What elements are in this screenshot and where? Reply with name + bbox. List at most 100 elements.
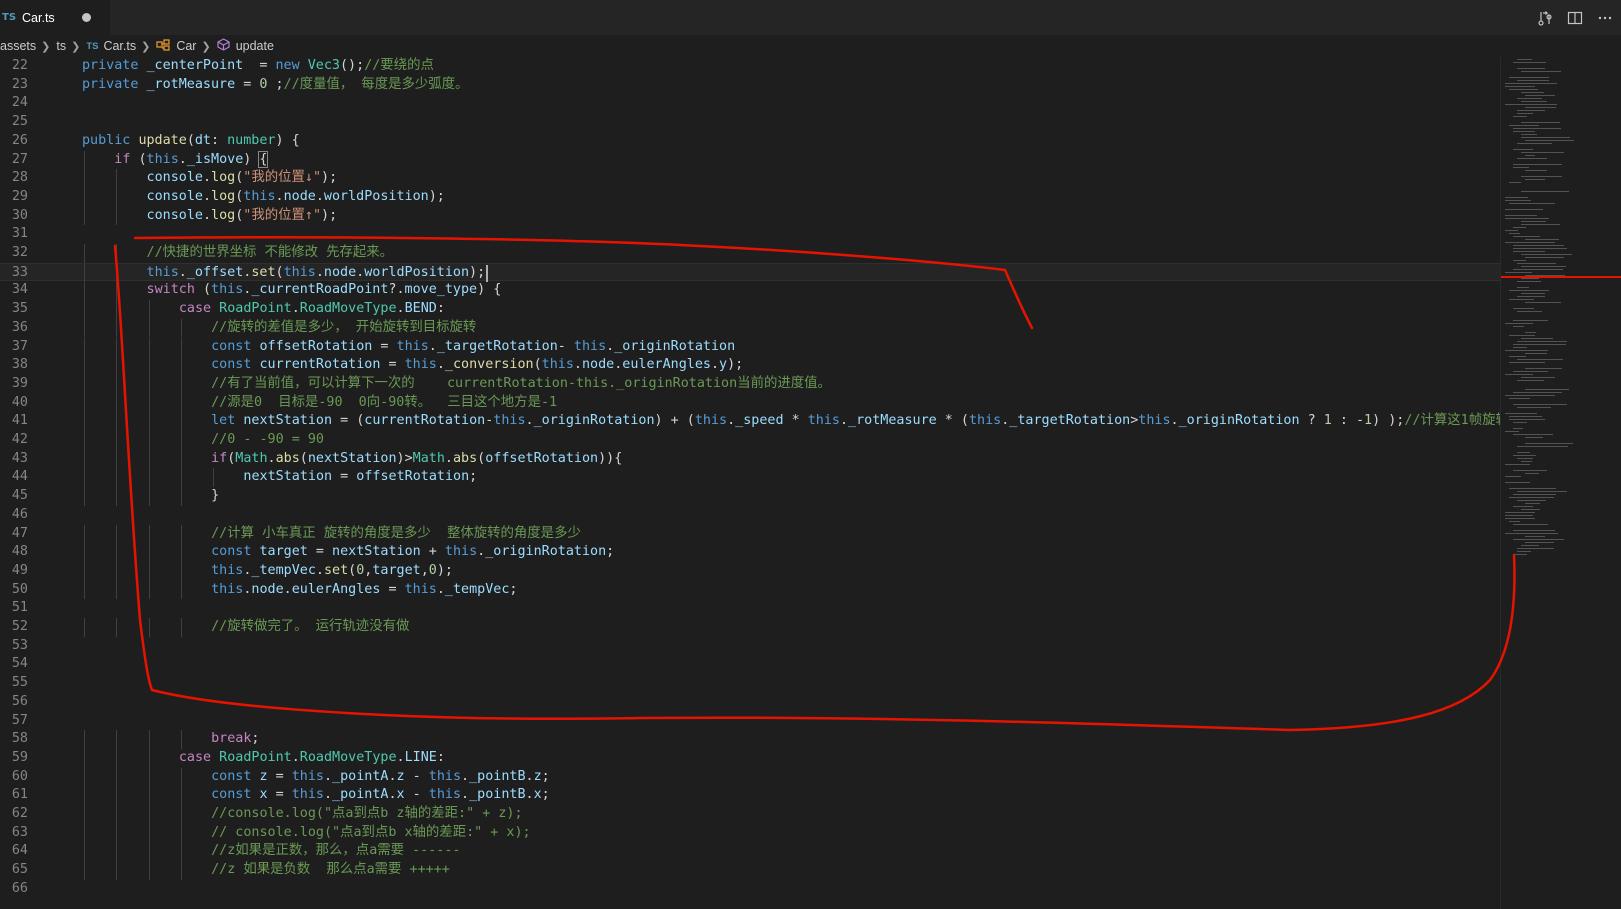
code-line[interactable]: 59 case RoadPoint.RoadMoveType.LINE: — [0, 748, 1500, 768]
minimap-line — [1509, 521, 1521, 523]
code-line[interactable]: 49 this._tempVec.set(0,target,0); — [0, 561, 1500, 581]
minimap-line — [1521, 176, 1563, 178]
code-line[interactable]: 53 — [0, 637, 1500, 656]
unsaved-dot-icon[interactable] — [82, 13, 91, 22]
code-line[interactable]: 52 //旋转做完了。 运行轨迹没有做 — [0, 618, 1500, 637]
code-line[interactable]: 50 this.node.eulerAngles = this._tempVec; — [0, 580, 1500, 600]
code-line[interactable]: 32 //快捷的世界坐标 不能修改 先存起来。 — [0, 244, 1500, 263]
minimap-line — [1505, 431, 1519, 433]
code-line[interactable]: 62 //console.log("点a到点b z轴的差距:" + z); — [0, 805, 1500, 824]
indent-guide — [148, 374, 150, 394]
code-line[interactable]: 42 //0 - -90 = 90 — [0, 431, 1500, 450]
code-line[interactable]: 30 console.log("我的位置↑"); — [0, 206, 1500, 226]
chevron-right-icon: ❯ — [141, 40, 151, 53]
indent-guide — [116, 449, 118, 469]
indent-guide — [116, 300, 118, 319]
code-line[interactable]: 37 const offsetRotation = this._targetRot… — [0, 337, 1500, 357]
line-number: 26 — [11, 132, 28, 148]
code-line[interactable]: 47 //计算 小车真正 旋转的角度是多少 整体旋转的角度是多少 — [0, 524, 1500, 544]
indent-guide — [180, 730, 182, 749]
indent-guide — [116, 281, 118, 301]
split-editor-icon[interactable] — [1567, 10, 1583, 26]
indent-guide — [148, 786, 150, 805]
minimap[interactable] — [1500, 57, 1621, 909]
code-line[interactable]: 58 break; — [0, 730, 1500, 749]
minimap-line — [1517, 98, 1542, 100]
line-number: 37 — [11, 338, 28, 354]
code-line[interactable]: 40 //源是0 目标是-90 0向-90转。 三目这个地方是-1 — [0, 393, 1500, 413]
code-line[interactable]: 36 //旋转的差值是多少， 开始旋转到目标旋转 — [0, 318, 1500, 338]
code-line[interactable]: 55 — [0, 674, 1500, 693]
code-line[interactable]: 39 //有了当前值，可以计算下一次的 currentRotation-this.… — [0, 374, 1500, 394]
code-line[interactable]: 54 — [0, 655, 1500, 674]
chevron-right-icon: ❯ — [41, 40, 51, 53]
code-text: console.log(this.node.worldPosition); — [146, 188, 445, 204]
code-line[interactable]: 22 private _centerPoint = new Vec3();//要绕… — [0, 57, 1500, 76]
code-line[interactable]: 45} — [0, 487, 1500, 506]
minimap-line — [1517, 143, 1552, 145]
code-line[interactable]: 31 — [0, 225, 1500, 244]
code-line[interactable]: 28 console.log("我的位置↓"); — [0, 169, 1500, 188]
breadcrumb-item-class[interactable]: Car — [176, 39, 196, 53]
indent-guide — [148, 543, 150, 562]
code-text: //console.log("点a到点b z轴的差距:" + z); — [211, 806, 523, 821]
indent-guide — [84, 263, 85, 283]
indent-guide — [180, 318, 182, 338]
code-line[interactable]: 27 if (this._isMove) { — [0, 150, 1500, 170]
minimap-line — [1513, 554, 1528, 556]
code-editor[interactable]: 22 private _centerPoint = new Vec3();//要绕… — [0, 57, 1500, 909]
minimap-line — [1513, 392, 1562, 394]
code-line[interactable]: 26 public update(dt: number) { — [0, 132, 1500, 151]
code-line[interactable]: 46 — [0, 506, 1500, 525]
code-line[interactable]: 56 — [0, 693, 1500, 712]
code-line[interactable]: 41 let nextStation = (currentRotation-thi… — [0, 412, 1500, 431]
line-number: 46 — [11, 506, 28, 522]
line-number: 56 — [11, 693, 28, 709]
indent-guide — [84, 468, 85, 488]
indent-guide — [116, 263, 118, 283]
more-actions-icon[interactable] — [1597, 10, 1613, 26]
minimap-line — [1505, 218, 1550, 220]
breadcrumb-item-method[interactable]: update — [236, 39, 274, 53]
code-line[interactable]: 64 //z如果是正数，那么，点a需要 ------ — [0, 842, 1500, 862]
breadcrumb-item-assets[interactable]: assets — [0, 39, 36, 53]
indent-guide — [84, 524, 85, 544]
open-changes-icon[interactable] — [1537, 10, 1553, 26]
line-number: 59 — [11, 749, 28, 765]
code-line[interactable]: 57 — [0, 712, 1500, 731]
minimap-line — [1505, 104, 1557, 106]
code-line[interactable]: 63 // console.log("点a到点b x轴的差距:" + x); — [0, 823, 1500, 843]
minimap-line — [1505, 272, 1532, 274]
minimap-line — [1525, 542, 1554, 544]
code-line[interactable]: 34 switch (this._currentRoadPoint?.move_t… — [0, 281, 1500, 301]
code-line[interactable]: 61 const x = this._pointA.x - this._point… — [0, 786, 1500, 805]
code-line[interactable]: 23 private _rotMeasure = 0 ;//度量值， 每度是多少弧… — [0, 76, 1500, 95]
line-number: 50 — [11, 581, 28, 597]
code-text: //旋转做完了。 运行轨迹没有做 — [211, 619, 410, 634]
code-line[interactable]: 65 //z 如果是负数 那么点a需要 +++++ — [0, 861, 1500, 880]
code-line[interactable]: 25 — [0, 113, 1500, 132]
indent-guide — [84, 206, 85, 226]
code-line[interactable]: 43 if(Math.abs(nextStation)>Math.abs(offs… — [0, 449, 1500, 469]
code-line[interactable]: 35 case RoadPoint.RoadMoveType.BEND: — [0, 300, 1500, 319]
code-line[interactable]: 33 this._offset.set(this.node.worldPositi… — [0, 262, 1500, 283]
code-line[interactable]: 29 console.log(this.node.worldPosition); — [0, 187, 1500, 207]
indent-guide — [84, 169, 85, 188]
minimap-line — [1513, 116, 1528, 118]
code-line[interactable]: 51 — [0, 599, 1500, 618]
indent-guide — [84, 805, 85, 824]
code-line[interactable]: 66 — [0, 880, 1500, 899]
breadcrumb-item-file[interactable]: Car.ts — [103, 39, 136, 53]
minimap-line — [1505, 374, 1533, 376]
tab-car-ts[interactable]: TS Car.ts — [0, 0, 110, 35]
code-line[interactable]: 48 const target = nextStation + this._ori… — [0, 543, 1500, 562]
code-line[interactable]: 24 — [0, 94, 1500, 113]
code-text: //旋转的差值是多少， 开始旋转到目标旋转 — [211, 319, 477, 335]
code-line[interactable]: 44 nextStation = offsetRotation; — [0, 468, 1500, 488]
code-line[interactable]: 38 const currentRotation = this._conversi… — [0, 356, 1500, 375]
breadcrumb-item-ts[interactable]: ts — [56, 39, 66, 53]
minimap-line — [1513, 455, 1537, 457]
code-line[interactable]: 60 const z = this._pointA.z - this._point… — [0, 767, 1500, 787]
minimap-line — [1505, 476, 1522, 478]
minimap-line — [1517, 311, 1542, 313]
